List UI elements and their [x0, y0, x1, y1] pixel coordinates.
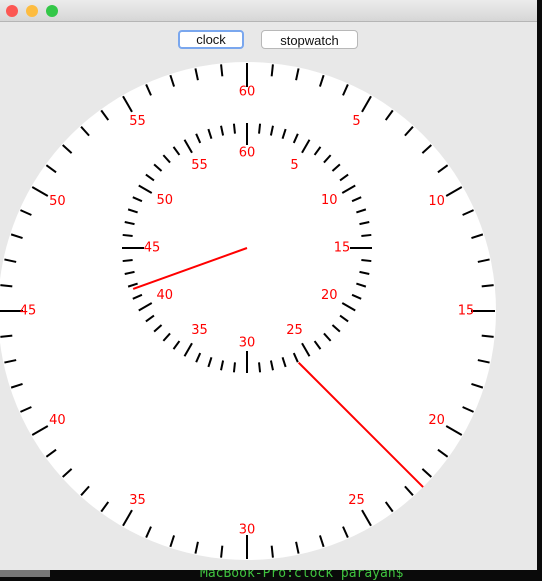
dial-label: 5 — [290, 158, 298, 173]
stopwatch-window: clock stopwatch 60 5 10 15 20 25 30 35 40 45 50 55 … — [0, 0, 537, 570]
tick-mark — [220, 545, 224, 558]
dial-label: 25 — [286, 323, 303, 338]
tick-mark — [220, 64, 224, 77]
tick-mark — [0, 334, 13, 338]
dial-label: 40 — [156, 288, 173, 303]
dial-label: 5 — [352, 114, 360, 129]
tick-mark — [270, 545, 274, 558]
tick-mark — [232, 123, 236, 134]
dial-label: 10 — [321, 193, 338, 208]
dial-canvas: 60 5 10 15 20 25 30 35 40 45 50 55 60 5 10 15 20 25 30 35 4… — [0, 62, 496, 560]
dial-label: 20 — [428, 413, 445, 428]
tick-mark — [0, 284, 13, 288]
dial-label: 35 — [129, 493, 146, 508]
tick-mark — [270, 64, 274, 77]
tick-mark — [258, 123, 262, 134]
tick-mark — [361, 233, 372, 237]
dial-label: 40 — [49, 413, 66, 428]
dial-label: 60 — [239, 146, 256, 161]
dial-label: 15 — [334, 241, 351, 256]
dial-label: 60 — [239, 85, 256, 100]
dial-label: 55 — [191, 158, 208, 173]
tick-mark — [258, 362, 262, 373]
dial-label: 45 — [20, 304, 37, 319]
tick-mark — [481, 284, 494, 288]
dial-label: 25 — [348, 493, 365, 508]
dial-label: 50 — [156, 193, 173, 208]
dial-label: 30 — [239, 523, 256, 538]
tick-mark — [232, 362, 236, 373]
dial-label: 55 — [129, 114, 146, 129]
tick-mark — [122, 233, 133, 237]
tick-mark — [122, 259, 133, 263]
desktop-background — [0, 570, 50, 577]
tick-mark — [361, 259, 372, 263]
dial-label: 45 — [144, 241, 161, 256]
dial-label: 10 — [428, 194, 445, 209]
dial-label: 20 — [321, 288, 338, 303]
dial-label: 15 — [458, 304, 475, 319]
dial-label: 35 — [191, 323, 208, 338]
dial-label: 50 — [49, 194, 66, 209]
dial-label: 30 — [239, 336, 256, 351]
tick-mark — [481, 334, 494, 338]
